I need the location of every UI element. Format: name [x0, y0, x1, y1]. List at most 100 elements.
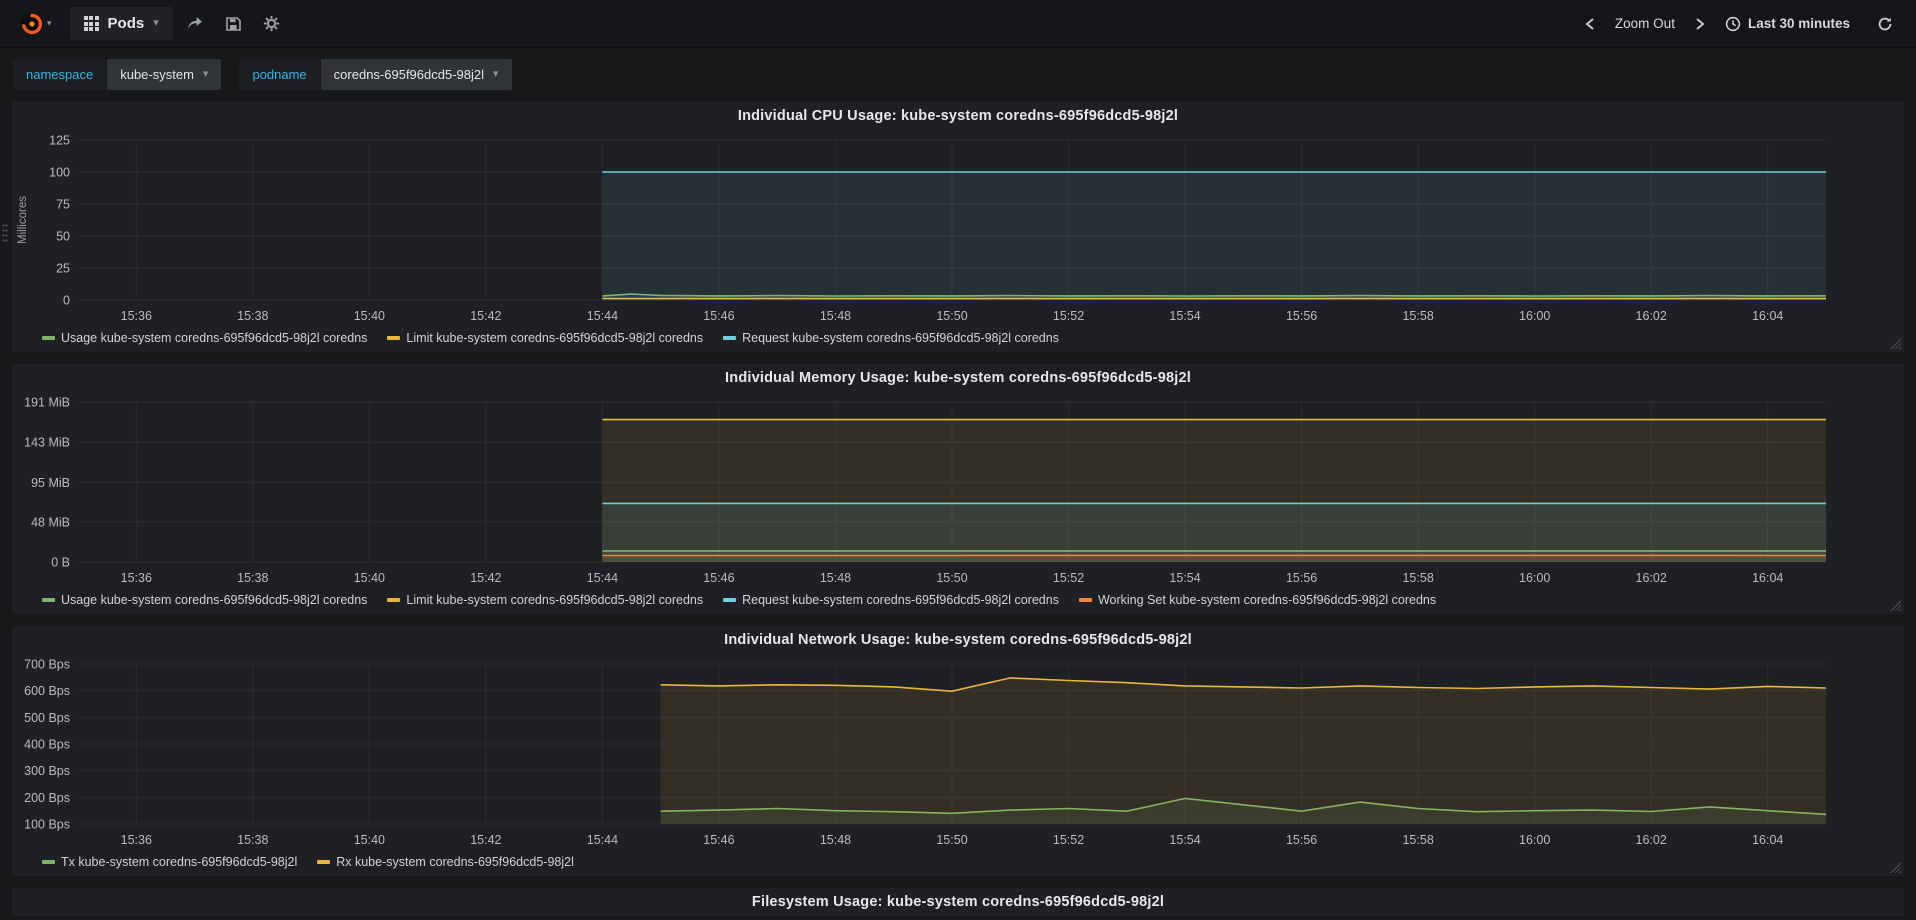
svg-text:15:40: 15:40: [354, 309, 385, 323]
variable-dropdown-namespace[interactable]: kube-system ▾: [106, 59, 222, 90]
svg-text:400 Bps: 400 Bps: [24, 738, 70, 752]
legend-item[interactable]: Working Set kube-system coredns-695f96dc…: [1078, 593, 1437, 607]
svg-text:15:36: 15:36: [121, 309, 152, 323]
svg-text:125: 125: [49, 134, 70, 148]
legend-swatch-icon: [387, 336, 401, 340]
settings-button[interactable]: [254, 7, 289, 40]
svg-text:48 MiB: 48 MiB: [31, 515, 70, 529]
legend-label: Usage kube-system coredns-695f96dcd5-98j…: [61, 593, 368, 607]
svg-text:15:56: 15:56: [1286, 571, 1317, 585]
dashboard-title: Pods: [107, 15, 145, 32]
svg-text:0: 0: [63, 294, 70, 308]
svg-text:15:56: 15:56: [1286, 833, 1317, 847]
chart-canvas[interactable]: 15:36 15:38 15:40 15:42 15:44 15:46 15:48 15:50…: [12, 392, 1902, 592]
submenu-variables: namespace kube-system ▾ podname coredns-…: [0, 48, 1916, 101]
zoom-out-button[interactable]: Zoom Out: [1607, 8, 1683, 39]
series-fill: [602, 555, 1826, 562]
chevron-down-icon: ▾: [493, 68, 499, 80]
panel-drag-handle[interactable]: [2, 223, 8, 243]
svg-text:15:54: 15:54: [1169, 833, 1200, 847]
variable-label-podname: podname: [239, 59, 320, 90]
legend-swatch-icon: [1078, 598, 1092, 602]
panel-title[interactable]: Filesystem Usage: kube-system coredns-69…: [12, 888, 1904, 916]
svg-text:16:02: 16:02: [1636, 571, 1667, 585]
svg-text:16:00: 16:00: [1519, 571, 1550, 585]
svg-text:15:54: 15:54: [1169, 309, 1200, 323]
time-shift-forward-button[interactable]: [1685, 9, 1715, 39]
legend-label: Working Set kube-system coredns-695f96dc…: [1097, 593, 1437, 607]
legend-label: Request kube-system coredns-695f96dcd5-9…: [742, 593, 1059, 607]
series-fill: [602, 503, 1826, 562]
chevron-down-icon: ▾: [153, 17, 159, 29]
svg-text:16:00: 16:00: [1519, 309, 1550, 323]
time-shift-back-button[interactable]: [1575, 9, 1605, 39]
legend-label: Limit kube-system coredns-695f96dcd5-98j…: [406, 593, 704, 607]
dashboard-picker-button[interactable]: Pods ▾: [69, 7, 173, 40]
svg-text:15:44: 15:44: [587, 571, 618, 585]
svg-text:15:44: 15:44: [587, 833, 618, 847]
panel-legend: Usage kube-system coredns-695f96dcd5-98j…: [12, 592, 1904, 614]
svg-text:16:04: 16:04: [1752, 309, 1783, 323]
panel-title[interactable]: Individual Memory Usage: kube-system cor…: [12, 364, 1904, 392]
legend-label: Limit kube-system coredns-695f96dcd5-98j…: [406, 331, 704, 345]
svg-text:15:42: 15:42: [470, 833, 501, 847]
svg-text:700 Bps: 700 Bps: [24, 658, 70, 672]
chart-canvas[interactable]: 15:36 15:38 15:40 15:42 15:44 15:46 15:48 15:50…: [12, 130, 1902, 330]
legend-item[interactable]: Limit kube-system coredns-695f96dcd5-98j…: [387, 331, 703, 345]
legend-swatch-icon: [317, 860, 331, 864]
svg-text:15:38: 15:38: [237, 309, 268, 323]
variable-namespace: namespace kube-system ▾: [13, 59, 222, 90]
refresh-button[interactable]: [1868, 8, 1902, 40]
svg-text:15:42: 15:42: [470, 309, 501, 323]
panel-title[interactable]: Individual CPU Usage: kube-system coredn…: [12, 102, 1904, 130]
svg-text:100: 100: [49, 166, 70, 180]
time-range-label: Last 30 minutes: [1747, 16, 1850, 31]
svg-text:16:02: 16:02: [1636, 833, 1667, 847]
svg-text:15:36: 15:36: [121, 833, 152, 847]
svg-text:16:00: 16:00: [1519, 833, 1550, 847]
svg-text:15:50: 15:50: [936, 309, 967, 323]
grafana-logo-button[interactable]: ▾: [14, 8, 58, 40]
svg-text:191 MiB: 191 MiB: [24, 396, 70, 410]
legend-item[interactable]: Limit kube-system coredns-695f96dcd5-98j…: [387, 593, 703, 607]
svg-text:200 Bps: 200 Bps: [24, 791, 70, 805]
legend-item[interactable]: Usage kube-system coredns-695f96dcd5-98j…: [42, 331, 367, 345]
legend-item[interactable]: Tx kube-system coredns-695f96dcd5-98j2l: [42, 855, 297, 869]
svg-text:15:38: 15:38: [237, 833, 268, 847]
variable-podname: podname coredns-695f96dcd5-98j2l ▾: [239, 59, 512, 90]
chevron-down-icon: ▾: [47, 18, 52, 28]
panel-memory-usage: Individual Memory Usage: kube-system cor…: [11, 363, 1905, 615]
share-button[interactable]: [177, 7, 212, 40]
svg-text:15:56: 15:56: [1286, 309, 1317, 323]
variable-dropdown-podname[interactable]: coredns-695f96dcd5-98j2l ▾: [319, 59, 512, 90]
variable-label-namespace: namespace: [13, 59, 107, 90]
legend-swatch-icon: [42, 336, 55, 340]
save-button[interactable]: [216, 8, 250, 40]
svg-text:15:50: 15:50: [936, 571, 967, 585]
legend-label: Tx kube-system coredns-695f96dcd5-98j2l: [61, 855, 298, 869]
svg-text:16:04: 16:04: [1752, 833, 1783, 847]
legend-item[interactable]: Request kube-system coredns-695f96dcd5-9…: [723, 593, 1059, 607]
chevron-down-icon: ▾: [202, 68, 209, 80]
svg-text:15:46: 15:46: [703, 571, 734, 585]
dashboard-panels: Individual CPU Usage: kube-system coredn…: [0, 101, 1916, 917]
legend-item[interactable]: Request kube-system coredns-695f96dcd5-9…: [723, 331, 1059, 345]
series-fill: [660, 677, 1827, 824]
svg-text:15:52: 15:52: [1053, 571, 1084, 585]
legend-item[interactable]: Usage kube-system coredns-695f96dcd5-98j…: [42, 593, 367, 607]
navbar: ▾ Pods ▾ Zoom Out Last 30 minutes: [0, 0, 1916, 48]
svg-text:15:48: 15:48: [820, 571, 851, 585]
legend-label: Usage kube-system coredns-695f96dcd5-98j…: [61, 331, 368, 345]
svg-text:75: 75: [56, 198, 70, 212]
svg-text:15:54: 15:54: [1169, 571, 1200, 585]
time-range-button[interactable]: Last 30 minutes: [1717, 8, 1858, 40]
panel-title[interactable]: Individual Network Usage: kube-system co…: [12, 626, 1904, 654]
svg-text:15:46: 15:46: [703, 309, 734, 323]
panel-legend: Usage kube-system coredns-695f96dcd5-98j…: [12, 330, 1904, 352]
legend-item[interactable]: Rx kube-system coredns-695f96dcd5-98j2l: [317, 855, 574, 869]
save-icon: [225, 16, 241, 31]
svg-text:15:52: 15:52: [1053, 833, 1084, 847]
svg-text:15:48: 15:48: [820, 309, 851, 323]
chart-canvas[interactable]: 15:36 15:38 15:40 15:42 15:44 15:46 15:48 15:50…: [12, 654, 1902, 854]
svg-text:15:58: 15:58: [1402, 571, 1433, 585]
